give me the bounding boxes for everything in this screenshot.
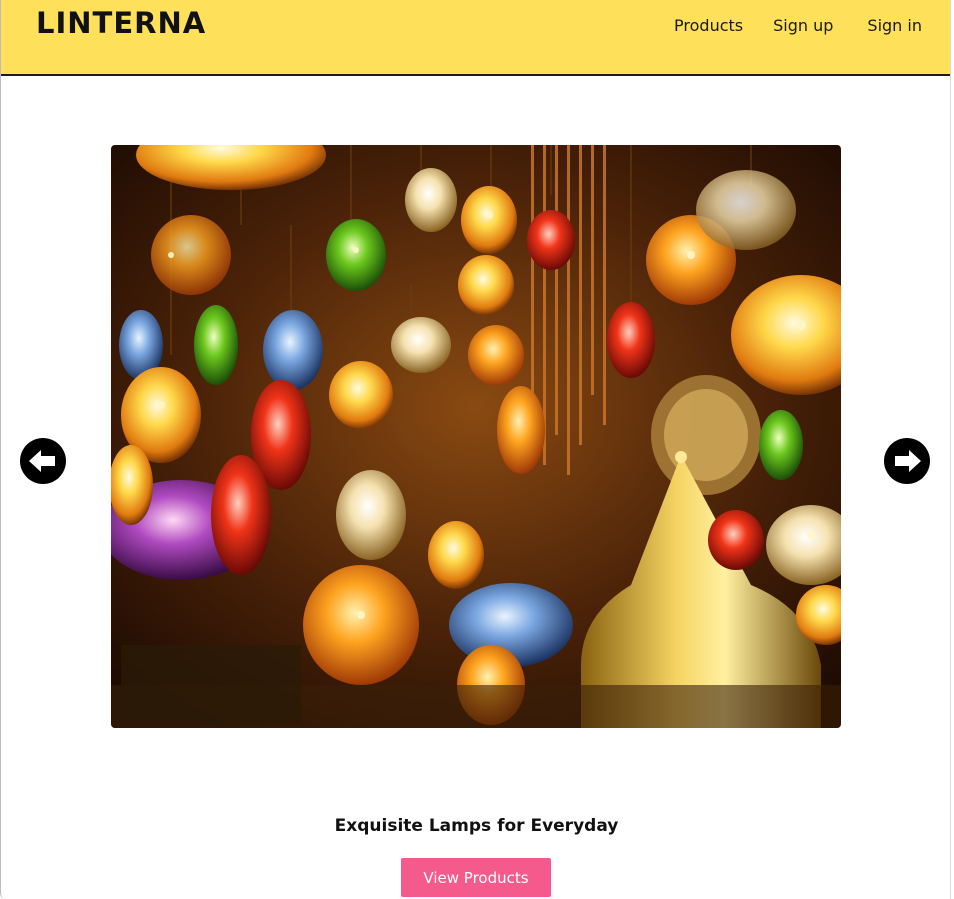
- arrow-left-circle-icon: [29, 450, 55, 472]
- site-header: LINTERNA Products Sign up Sign in: [1, 0, 950, 76]
- nav-signup-link[interactable]: Sign up: [773, 16, 833, 35]
- carousel-image: [111, 145, 841, 728]
- view-products-button[interactable]: View Products: [401, 858, 551, 897]
- nav-signin-link[interactable]: Sign in: [867, 16, 922, 35]
- page: LINTERNA Products Sign up Sign in Exquis…: [0, 0, 951, 899]
- main-nav: Products Sign up Sign in: [674, 16, 922, 35]
- carousel-next-button[interactable]: [884, 438, 930, 484]
- hero-carousel: [111, 145, 841, 728]
- brand-logo[interactable]: LINTERNA: [36, 6, 206, 40]
- carousel-prev-button[interactable]: [20, 438, 66, 484]
- nav-products-link[interactable]: Products: [674, 16, 743, 35]
- hero-tagline: Exquisite Lamps for Everyday: [334, 816, 619, 836]
- arrow-right-circle-icon: [895, 450, 921, 472]
